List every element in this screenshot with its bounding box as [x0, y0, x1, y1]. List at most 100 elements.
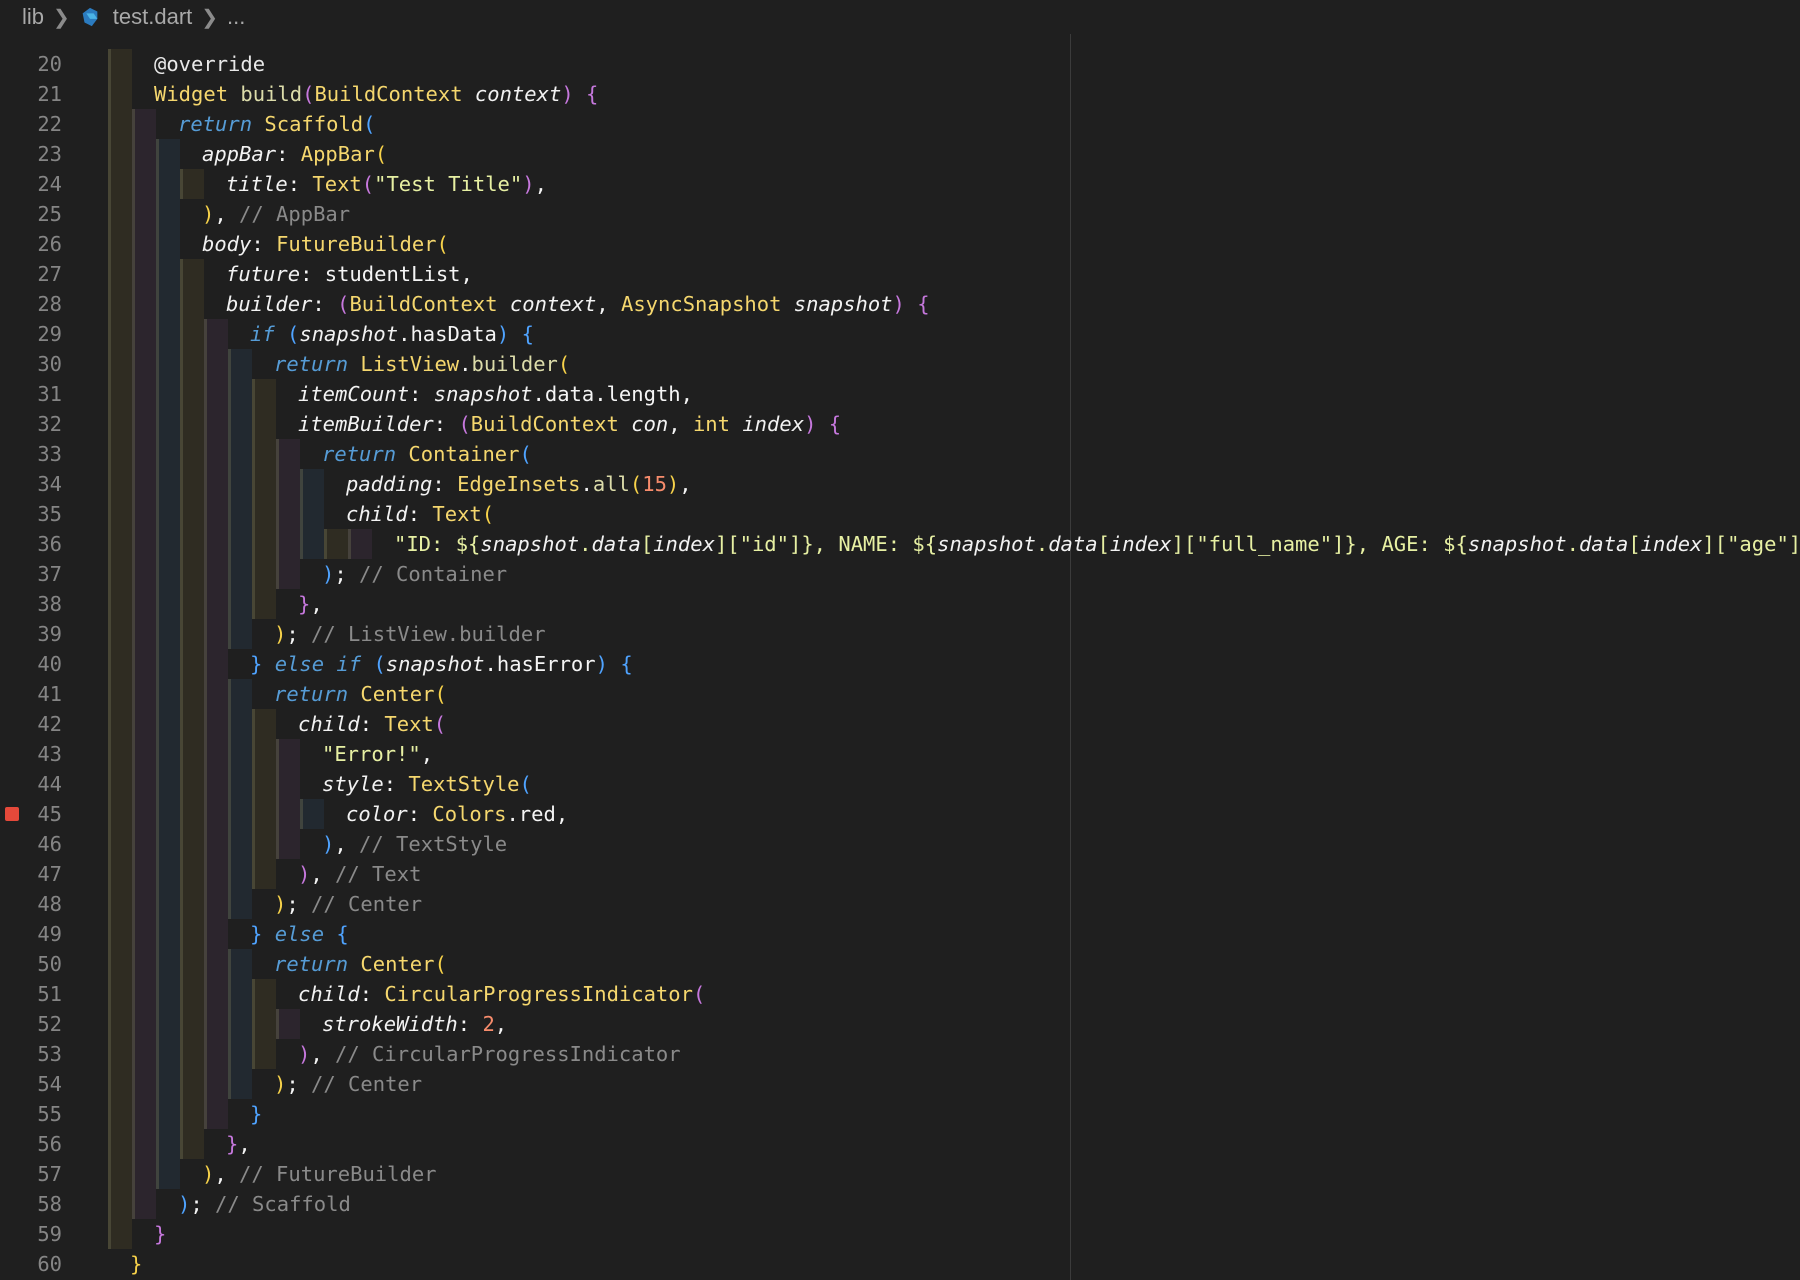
indent-guide — [276, 829, 279, 859]
code-editor[interactable]: 20 @override 21 Widget build(BuildContext c… — [0, 34, 1800, 1280]
line-number[interactable]: 42 — [0, 709, 62, 739]
line-number[interactable]: 28 — [0, 289, 62, 319]
code-line[interactable]: 44 style: TextStyle( — [0, 769, 1800, 799]
indent-guide-bg — [132, 1009, 156, 1039]
code-line[interactable]: 43 "Error!", — [0, 739, 1800, 769]
line-number[interactable]: 46 — [0, 829, 62, 859]
line-number[interactable]: 49 — [0, 919, 62, 949]
line-number[interactable]: 25 — [0, 199, 62, 229]
line-number[interactable]: 21 — [0, 79, 62, 109]
line-number[interactable]: 54 — [0, 1069, 62, 1099]
code-line[interactable]: 24 title: Text("Test Title"), — [0, 169, 1800, 199]
line-number[interactable]: 33 — [0, 439, 62, 469]
line-number[interactable]: 36 — [0, 529, 62, 559]
line-number[interactable]: 31 — [0, 379, 62, 409]
breakpoint-marker[interactable] — [5, 807, 19, 821]
line-number[interactable]: 37 — [0, 559, 62, 589]
breadcrumb-folder-lib[interactable]: lib — [22, 4, 44, 30]
line-number[interactable]: 20 — [0, 49, 62, 79]
line-number[interactable]: 32 — [0, 409, 62, 439]
code-line[interactable]: 26 body: FutureBuilder( — [0, 229, 1800, 259]
code-line[interactable]: 20 @override — [0, 49, 1800, 79]
code-line[interactable]: 49} else { — [0, 919, 1800, 949]
code-line[interactable]: 51 child: CircularProgressIndicator( — [0, 979, 1800, 1009]
line-number[interactable]: 44 — [0, 769, 62, 799]
line-number[interactable]: 41 — [0, 679, 62, 709]
line-number[interactable]: 58 — [0, 1189, 62, 1219]
code-line[interactable]: 39); // ListView.builder — [0, 619, 1800, 649]
code-line[interactable]: 50 return Center( — [0, 949, 1800, 979]
line-number[interactable]: 55 — [0, 1099, 62, 1129]
code-line[interactable]: 32 itemBuilder: (BuildContext con, int in… — [0, 409, 1800, 439]
line-number[interactable]: 43 — [0, 739, 62, 769]
code-token: body — [202, 232, 252, 256]
code-line[interactable]: 25), // AppBar — [0, 199, 1800, 229]
code-line[interactable]: 38}, — [0, 589, 1800, 619]
breadcrumb-more[interactable]: ... — [227, 4, 245, 30]
code-line[interactable]: 42 child: Text( — [0, 709, 1800, 739]
code-line[interactable]: 34 padding: EdgeInsets.all(15), — [0, 469, 1800, 499]
code-line[interactable]: 57), // FutureBuilder — [0, 1159, 1800, 1189]
line-number[interactable]: 51 — [0, 979, 62, 1009]
code-line[interactable]: 36 "ID: ${snapshot.data[index]["id"]}, NA… — [0, 529, 1800, 559]
indent-guide — [204, 619, 207, 649]
line-number[interactable]: 24 — [0, 169, 62, 199]
code-line[interactable]: 55} — [0, 1099, 1800, 1129]
line-number[interactable]: 48 — [0, 889, 62, 919]
indent-guide-bg — [156, 469, 180, 499]
line-number[interactable]: 34 — [0, 469, 62, 499]
line-number[interactable]: 38 — [0, 589, 62, 619]
code-line[interactable]: 33 return Container( — [0, 439, 1800, 469]
line-number[interactable]: 47 — [0, 859, 62, 889]
code-line[interactable]: 29 if (snapshot.hasData) { — [0, 319, 1800, 349]
line-number[interactable]: 59 — [0, 1219, 62, 1249]
code-line[interactable]: 22 return Scaffold( — [0, 109, 1800, 139]
line-number[interactable]: 60 — [0, 1249, 62, 1279]
code-line[interactable]: 48); // Center — [0, 889, 1800, 919]
code-line[interactable]: 41 return Center( — [0, 679, 1800, 709]
line-number[interactable]: 29 — [0, 319, 62, 349]
indent-guide — [204, 409, 207, 439]
line-number[interactable]: 53 — [0, 1039, 62, 1069]
line-number[interactable]: 39 — [0, 619, 62, 649]
code-line[interactable]: 59} — [0, 1219, 1800, 1249]
code-token: builder — [471, 352, 558, 376]
code-line[interactable]: 31 itemCount: snapshot.data.length, — [0, 379, 1800, 409]
line-number[interactable]: 22 — [0, 109, 62, 139]
code-line[interactable]: 46), // TextStyle — [0, 829, 1800, 859]
code-line[interactable]: 53), // CircularProgressIndicator — [0, 1039, 1800, 1069]
code-line[interactable]: 47), // Text — [0, 859, 1800, 889]
line-number[interactable]: 27 — [0, 259, 62, 289]
code-line[interactable]: 27 future: studentList, — [0, 259, 1800, 289]
indent-guide — [180, 769, 183, 799]
code-line[interactable]: 35 child: Text( — [0, 499, 1800, 529]
line-number[interactable]: 52 — [0, 1009, 62, 1039]
code-line[interactable]: 45 color: Colors.red, — [0, 799, 1800, 829]
chevron-right-icon: ❯ — [53, 6, 70, 29]
indent-guide — [348, 529, 351, 559]
code-line[interactable]: 37); // Container — [0, 559, 1800, 589]
code-token: . — [580, 472, 593, 496]
line-number[interactable]: 40 — [0, 649, 62, 679]
code-line[interactable]: 21 Widget build(BuildContext context) { — [0, 79, 1800, 109]
code-line[interactable]: 58); // Scaffold — [0, 1189, 1800, 1219]
code-line[interactable]: 54); // Center — [0, 1069, 1800, 1099]
line-number[interactable]: 30 — [0, 349, 62, 379]
line-number[interactable]: 56 — [0, 1129, 62, 1159]
line-number[interactable]: 50 — [0, 949, 62, 979]
code-line[interactable]: 52 strokeWidth: 2, — [0, 1009, 1800, 1039]
line-number[interactable]: 23 — [0, 139, 62, 169]
code-line[interactable]: 40} else if (snapshot.hasError) { — [0, 649, 1800, 679]
line-number[interactable]: 35 — [0, 499, 62, 529]
code-line[interactable]: 60} — [0, 1249, 1800, 1279]
code-line[interactable]: 23 appBar: AppBar( — [0, 139, 1800, 169]
indent-guide-bg — [276, 529, 300, 559]
indent-guide-bg — [204, 589, 228, 619]
line-number[interactable]: 57 — [0, 1159, 62, 1189]
code-line[interactable]: 30 return ListView.builder( — [0, 349, 1800, 379]
line-number[interactable]: 26 — [0, 229, 62, 259]
breadcrumb-file[interactable]: test.dart — [113, 4, 192, 30]
code-line[interactable]: 56}, — [0, 1129, 1800, 1159]
code-line[interactable]: 28 builder: (BuildContext context, AsyncS… — [0, 289, 1800, 319]
indent-guide — [108, 529, 111, 559]
